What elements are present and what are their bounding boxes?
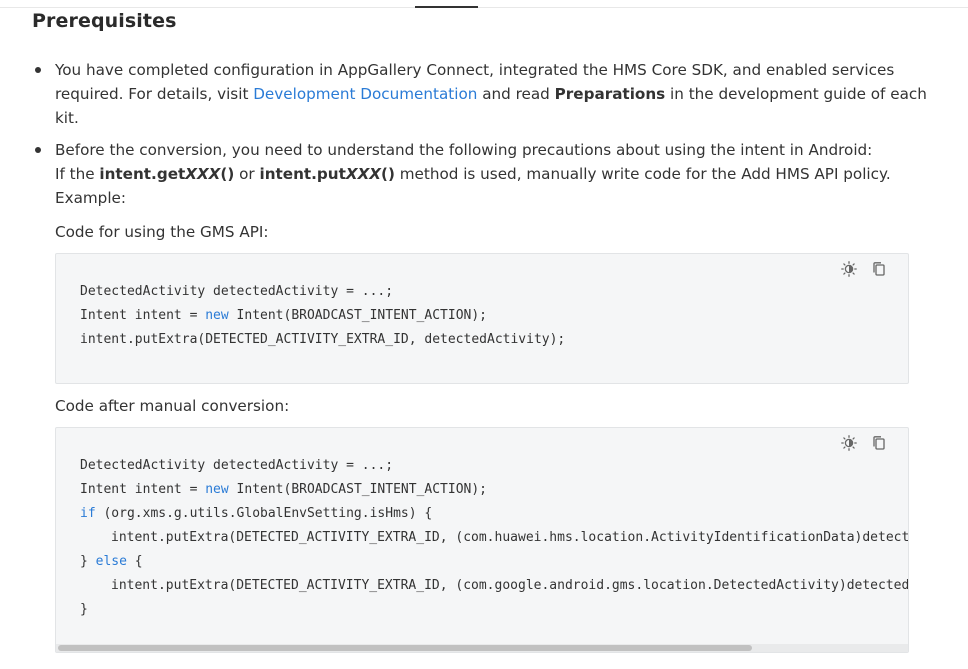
precaution-text: Before the conversion, you need to under… (55, 141, 873, 159)
preparations-bold: Preparations (554, 85, 666, 103)
code-line: } (80, 602, 88, 617)
code-line: Intent(BROADCAST_INTENT_ACTION); (228, 308, 487, 323)
code-line: intent.putExtra(DETECTED_ACTIVITY_EXTRA_… (80, 332, 566, 347)
converted-code: DetectedActivity detectedActivity = ...;… (56, 428, 908, 622)
example-label: Example: (55, 189, 127, 207)
method-parens: () (381, 165, 395, 183)
prerequisites-list: You have completed configuration in AppG… (0, 58, 968, 653)
code-toolbar (840, 434, 888, 452)
top-divider (0, 7, 968, 8)
copy-icon[interactable] (870, 260, 888, 278)
intent-get-method: intent.getXXX() (99, 165, 234, 183)
code-keyword: new (205, 482, 229, 497)
method-placeholder: XXX (185, 165, 221, 183)
code-keyword: new (205, 308, 229, 323)
code-keyword: if (80, 506, 96, 521)
rule-text-part: method is used, manually write code for … (394, 165, 891, 183)
code-line: Intent(BROADCAST_INTENT_ACTION); (228, 482, 487, 497)
bullet-text: You have completed configuration in AppG… (55, 58, 928, 130)
bullet-text-part: and read (477, 85, 555, 103)
rule-text-part: or (234, 165, 260, 183)
method-name: intent.get (99, 165, 186, 183)
section-title: Prerequisites (32, 10, 177, 32)
list-item: You have completed configuration in AppG… (0, 58, 968, 130)
code-line: (org.xms.g.utils.GlobalEnvSetting.isHms)… (95, 506, 433, 521)
development-documentation-link[interactable]: Development Documentation (253, 85, 477, 103)
theme-toggle-icon[interactable] (840, 434, 858, 452)
active-tab-indicator (415, 6, 478, 8)
list-item: Before the conversion, you need to under… (0, 138, 968, 653)
method-parens: () (220, 165, 235, 183)
code-keyword: else (95, 554, 127, 569)
gms-code-label: Code for using the GMS API: (55, 223, 269, 241)
theme-toggle-icon[interactable] (840, 260, 858, 278)
bullet-dot (35, 67, 41, 73)
code-line: intent.putExtra(DETECTED_ACTIVITY_EXTRA_… (111, 578, 909, 593)
gms-code: DetectedActivity detectedActivity = ...;… (56, 254, 908, 352)
intent-put-method: intent.putXXX() (260, 165, 395, 183)
code-line: } (80, 554, 96, 569)
copy-icon[interactable] (870, 434, 888, 452)
gms-code-block: DetectedActivity detectedActivity = ...;… (55, 253, 909, 384)
code-toolbar (840, 260, 888, 278)
method-name: intent.put (259, 165, 346, 183)
code-line: DetectedActivity detectedActivity = ...; (80, 458, 394, 473)
code-line: intent.putExtra(DETECTED_ACTIVITY_EXTRA_… (111, 530, 909, 545)
code-line: { (126, 554, 143, 569)
converted-code-label: Code after manual conversion: (55, 397, 290, 415)
precaution-rule: If the intent.getXXX() or intent.putXXX(… (55, 162, 928, 186)
code-line: DetectedActivity detectedActivity = ...; (80, 284, 394, 299)
converted-code-block: DetectedActivity detectedActivity = ...;… (55, 427, 909, 653)
rule-text-part: If the (55, 165, 100, 183)
code-line: Intent intent = (80, 482, 206, 497)
horizontal-scrollbar[interactable] (56, 644, 908, 652)
method-placeholder: XXX (345, 165, 382, 183)
bullet-dot (35, 147, 41, 153)
code-line: Intent intent = (80, 308, 206, 323)
scrollbar-thumb[interactable] (58, 645, 752, 651)
